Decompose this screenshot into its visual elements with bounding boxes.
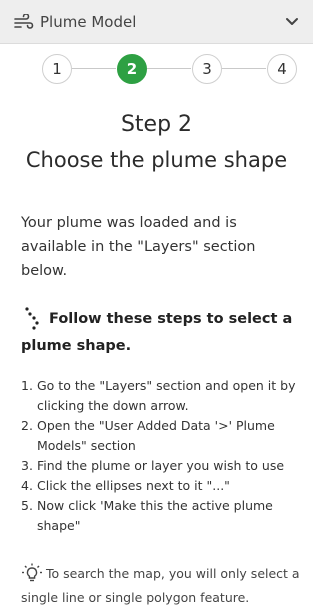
step-2[interactable]: 2 [117, 54, 147, 84]
follow-steps-text: Follow these steps to select a plume sha… [21, 311, 293, 354]
plume-model-header[interactable]: Plume Model [0, 0, 313, 44]
list-item: 2. Open the "User Added Data '>' Plume Mo… [21, 418, 275, 453]
stepper: 1 2 3 4 [0, 51, 313, 87]
step-subtitle: Choose the plume shape [25, 148, 288, 172]
list-item: 5. Now click 'Make this the active plume … [21, 498, 273, 533]
search-tip-text: To search the map, you will only select … [21, 566, 300, 605]
wind-icon [14, 13, 34, 29]
stepper-connector [147, 68, 191, 69]
step-4[interactable]: 4 [267, 54, 297, 84]
follow-steps-heading: Follow these steps to select a plume sha… [21, 306, 307, 360]
header-title: Plume Model [40, 12, 137, 31]
instruction-list: 1. Go to the "Layers" section and open it… [21, 376, 313, 536]
intro-text: Your plume was loaded and is available i… [21, 215, 256, 279]
stepper-connector [72, 68, 116, 69]
lightbulb-icon [22, 563, 42, 582]
search-tip: To search the map, you will only select … [21, 562, 307, 610]
step-3[interactable]: 3 [192, 54, 222, 84]
list-item: 1. Go to the "Layers" section and open it… [21, 378, 296, 413]
step-title: Step 2 [120, 112, 193, 137]
stepper-connector [222, 68, 266, 69]
dotted-path-icon [25, 307, 39, 330]
chevron-down-icon[interactable] [285, 17, 299, 27]
list-item: 4. Click the ellipses next to it "..." [21, 478, 230, 493]
step-1[interactable]: 1 [42, 54, 72, 84]
list-item: 3. Find the plume or layer you wish to us… [21, 458, 285, 473]
